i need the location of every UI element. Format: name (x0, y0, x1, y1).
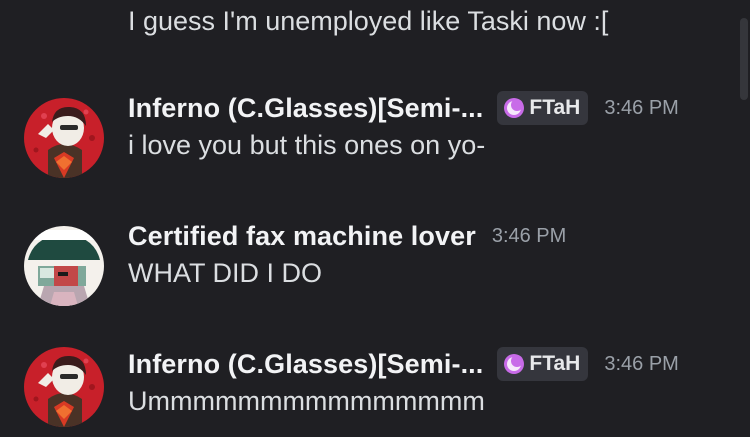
username[interactable]: Certified fax machine lover (128, 221, 476, 252)
scrollbar[interactable] (740, 18, 748, 100)
message-header: Certified fax machine lover 3:46 PM (128, 216, 566, 256)
message[interactable]: Inferno (C.Glasses)[Semi-... FTaH 3:46 P… (0, 342, 740, 427)
user-avatar[interactable] (24, 98, 104, 178)
user-avatar[interactable] (24, 226, 104, 306)
chat-messages: I guess I'm unemployed like Taski now :[… (0, 0, 750, 437)
server-tag[interactable]: FTaH (497, 347, 589, 381)
message[interactable]: Inferno (C.Glasses)[Semi-... FTaH 3:46 P… (0, 86, 740, 178)
tag-label: FTaH (529, 352, 581, 375)
message-header: Inferno (C.Glasses)[Semi-... FTaH 3:46 P… (128, 344, 679, 384)
server-tag[interactable]: FTaH (497, 91, 589, 125)
username[interactable]: Inferno (C.Glasses)[Semi-... (128, 349, 483, 380)
tag-label: FTaH (529, 96, 581, 119)
user-avatar[interactable] (24, 347, 104, 427)
username[interactable]: Inferno (C.Glasses)[Semi-... (128, 93, 483, 124)
moon-icon (504, 98, 525, 118)
moon-icon (504, 354, 525, 374)
timestamp[interactable]: 3:46 PM (492, 225, 566, 248)
message[interactable]: Certified fax machine lover 3:46 PM WHAT… (0, 214, 740, 306)
message-content: WHAT DID I DO (128, 258, 322, 288)
message-header: Inferno (C.Glasses)[Semi-... FTaH 3:46 P… (128, 88, 679, 128)
message-content: I guess I'm unemployed like Taski now :[ (128, 6, 609, 36)
timestamp[interactable]: 3:46 PM (604, 97, 678, 120)
message-content: Ummmmmmmmmmmmmmm (128, 386, 485, 416)
message-content: i love you but this ones on yo- (128, 130, 486, 160)
timestamp[interactable]: 3:46 PM (604, 353, 678, 376)
